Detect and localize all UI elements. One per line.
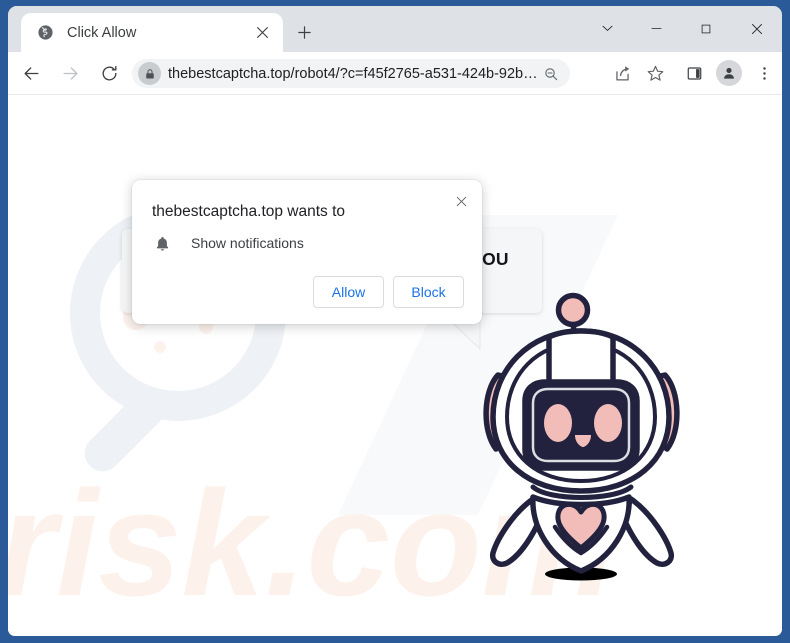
close-icon[interactable] <box>251 22 273 44</box>
popup-title: thebestcaptcha.top wants to <box>152 203 346 220</box>
address-bar[interactable]: thebestcaptcha.top/robot4/?c=f45f2765-a5… <box>132 59 570 88</box>
back-button[interactable] <box>17 59 45 87</box>
avatar <box>716 60 742 86</box>
notification-permission-popup: thebestcaptcha.top wants to Show notific… <box>132 180 482 324</box>
profile-avatar-icon[interactable] <box>715 59 743 87</box>
browser-window-frame: Click Allow thebestcaptcha.top/robot4/?c… <box>0 0 790 643</box>
bell-icon <box>152 233 172 253</box>
browser-tab[interactable]: Click Allow <box>21 13 283 52</box>
popup-button-row: Allow Block <box>313 276 464 308</box>
three-dot-menu-icon[interactable] <box>750 59 778 87</box>
forward-button <box>56 59 84 87</box>
robot-mascot <box>483 292 680 581</box>
popup-permission-row: Show notifications <box>152 233 304 253</box>
address-bar-url: thebestcaptcha.top/robot4/?c=f45f2765-a5… <box>168 65 538 82</box>
popup-permission-label: Show notifications <box>191 235 304 251</box>
browser-toolbar: thebestcaptcha.top/robot4/?c=f45f2765-a5… <box>8 52 782 95</box>
minimize-button[interactable] <box>634 13 678 44</box>
lock-icon[interactable] <box>138 62 161 85</box>
tab-search-chevron-down-icon[interactable] <box>585 13 629 44</box>
new-tab-button[interactable] <box>291 19 317 45</box>
allow-button[interactable]: Allow <box>313 276 384 308</box>
reload-button[interactable] <box>95 59 123 87</box>
globe-icon <box>37 24 54 41</box>
popup-close-icon[interactable] <box>449 189 473 213</box>
star-icon[interactable] <box>641 59 669 87</box>
zoom-out-icon[interactable] <box>540 63 562 85</box>
side-panel-icon[interactable] <box>680 59 708 87</box>
maximize-button[interactable] <box>684 13 728 44</box>
window-close-button[interactable] <box>735 13 779 44</box>
tab-strip: Click Allow <box>8 6 782 52</box>
browser-window: Click Allow thebestcaptcha.top/robot4/?c… <box>8 6 782 636</box>
tab-title: Click Allow <box>67 24 137 41</box>
page-viewport: risk.com CLICK «ALLOW» TO CONFIRM THAT Y… <box>8 95 782 636</box>
block-button[interactable]: Block <box>393 276 464 308</box>
share-icon[interactable] <box>608 59 636 87</box>
